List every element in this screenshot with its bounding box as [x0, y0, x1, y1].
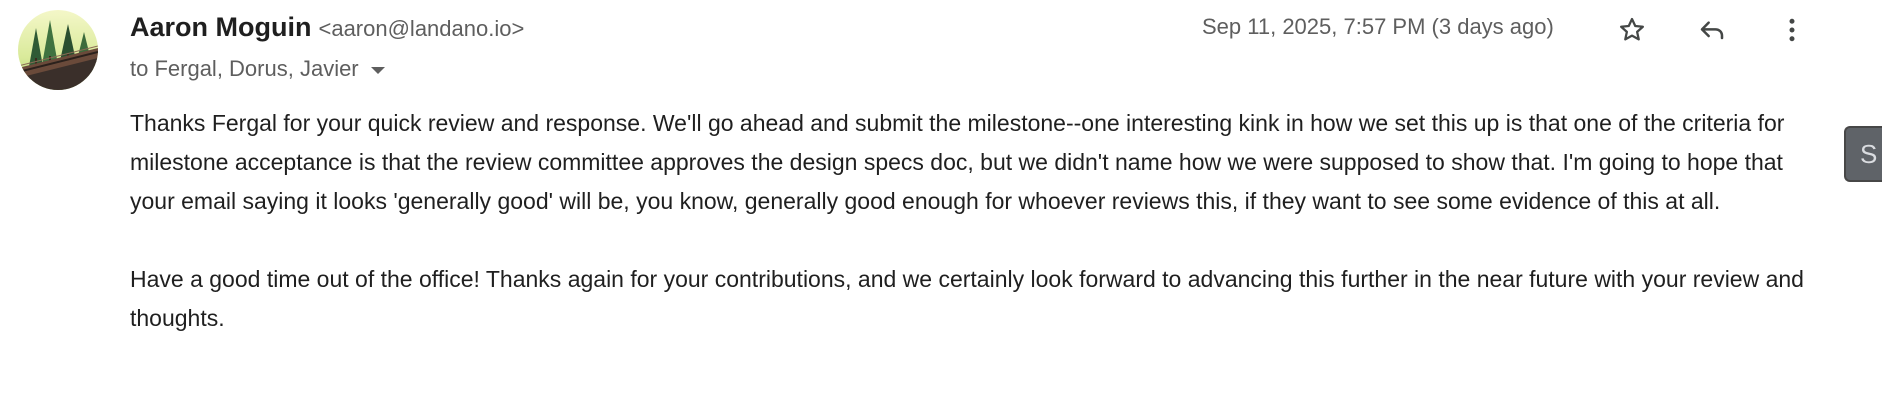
- body-paragraph: Have a good time out of the office! Than…: [130, 266, 1804, 331]
- reply-button[interactable]: [1692, 10, 1732, 50]
- sender-name[interactable]: Aaron Moguin: [130, 12, 311, 43]
- reply-icon: [1700, 21, 1724, 40]
- side-panel-tab[interactable]: S: [1844, 126, 1882, 182]
- sender-header: Aaron Moguin <aaron@landano.io>: [130, 12, 524, 46]
- more-vertical-icon: [1789, 18, 1795, 42]
- body-paragraph: Thanks Fergal for your quick review and …: [130, 110, 1785, 214]
- star-outline-icon: [1620, 17, 1644, 41]
- side-tab-label: S: [1860, 139, 1878, 169]
- more-options-button[interactable]: [1772, 10, 1812, 50]
- email-message: Aaron Moguin <aaron@landano.io> to Ferga…: [0, 0, 1882, 418]
- sender-email: <aaron@landano.io>: [318, 16, 525, 41]
- forest-avatar-icon: [18, 10, 98, 90]
- message-timestamp: Sep 11, 2025, 7:57 PM (3 days ago): [1202, 14, 1554, 39]
- recipients-line[interactable]: to Fergal, Dorus, Javier: [130, 54, 385, 84]
- star-button[interactable]: [1612, 10, 1652, 50]
- message-body: Thanks Fergal for your quick review and …: [130, 104, 1830, 338]
- recipients-label: to Fergal, Dorus, Javier: [130, 56, 359, 81]
- sender-avatar[interactable]: [18, 10, 98, 90]
- caret-down-icon[interactable]: [370, 67, 385, 74]
